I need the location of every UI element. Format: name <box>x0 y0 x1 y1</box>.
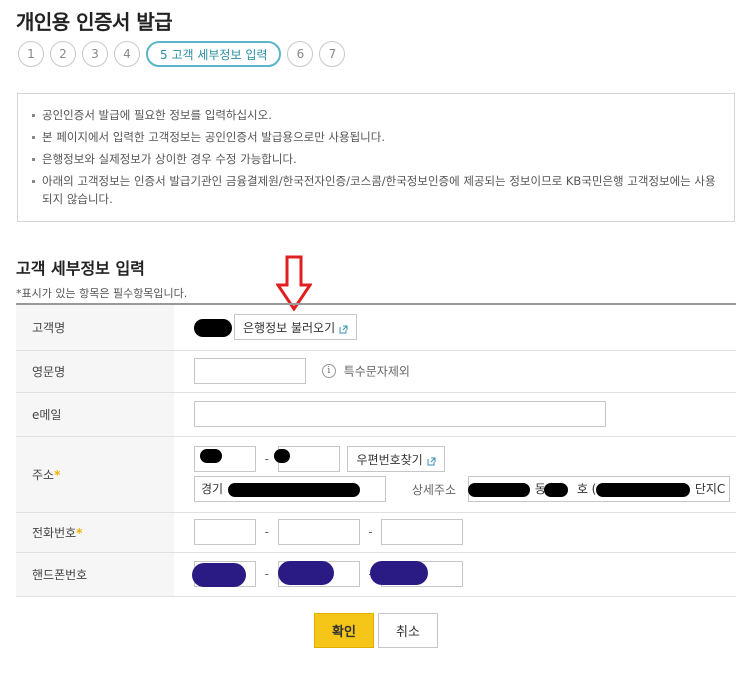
english-name-hint: 특수문자제외 <box>343 364 410 379</box>
detail-address-label: 상세주소 <box>411 482 456 497</box>
english-name-cell: i 특수문자제외 <box>174 350 736 393</box>
step-5-current: 5 고객 세부정보 입력 <box>146 41 282 67</box>
address-label-cell: 주소* <box>16 436 174 513</box>
required-star: * <box>76 525 83 540</box>
email-input[interactable] <box>194 401 606 427</box>
detail-address-part-b: 호 ( <box>576 482 597 496</box>
load-bank-info-label: 은행정보 불러오기 <box>243 320 336 335</box>
notice-box: 공인인증서 발급에 필요한 정보를 입력하십시오. 본 페이지에서 입력한 고객… <box>17 93 735 222</box>
form-actions: 확인 취소 <box>314 613 438 648</box>
redacted-detail-address-1 <box>468 482 530 497</box>
required-note: *표시가 있는 항목은 필수항목입니다. <box>16 287 188 300</box>
email-cell <box>174 392 736 437</box>
phone-input-1[interactable] <box>194 519 256 545</box>
phone-input-2[interactable] <box>277 519 360 545</box>
dash: - <box>368 525 373 539</box>
redacted-zip-1 <box>200 448 222 463</box>
phone-cell: - - <box>174 512 736 553</box>
step-7: 7 <box>319 41 346 67</box>
redacted-name <box>194 319 232 337</box>
english-name-label: 영문명 <box>16 350 174 393</box>
notice-item: 본 페이지에서 입력한 고객정보는 공인인증서 발급용으로만 사용됩니다. <box>32 128 722 146</box>
dash: - <box>264 525 269 539</box>
redacted-mobile-1 <box>192 562 246 587</box>
dash: - <box>264 567 269 581</box>
notice-item: 은행정보와 실제정보가 상이한 경우 수정 가능합니다. <box>32 150 722 168</box>
zipcode-search-button[interactable]: 우편번호찾기 <box>347 446 445 472</box>
load-bank-info-button[interactable]: 은행정보 불러오기 <box>234 314 358 341</box>
email-label: e메일 <box>16 392 174 437</box>
customer-detail-form: 고객명 은행정보 불러오기 영문명 i 특수문자제외 e메일 주소* - 우편번… <box>16 303 736 597</box>
confirm-button[interactable]: 확인 <box>314 613 374 648</box>
name-cell: 은행정보 불러오기 <box>174 304 736 351</box>
step-3: 3 <box>82 41 108 67</box>
dash: - <box>264 452 269 466</box>
cancel-button[interactable]: 취소 <box>378 613 438 648</box>
info-icon: i <box>321 364 336 378</box>
external-link-icon <box>427 455 436 465</box>
address-cell: - 우편번호찾기 경기 상세주소 동 호 ( 단지C <box>174 436 736 513</box>
page-title: 개인용 인증서 발급 <box>16 10 173 34</box>
redacted-mobile-2 <box>278 560 334 585</box>
redacted-zip-2 <box>274 448 290 463</box>
section-title: 고객 세부정보 입력 <box>16 259 145 278</box>
step-1: 1 <box>18 41 44 67</box>
step-2: 2 <box>50 41 76 67</box>
redacted-address-line1 <box>228 482 360 497</box>
zipcode-search-label: 우편번호찾기 <box>356 452 423 467</box>
step-indicator: 1 2 3 4 5 고객 세부정보 입력 6 7 <box>18 41 351 67</box>
redacted-detail-address-3 <box>596 482 690 497</box>
mobile-cell: - 2 - ( <box>174 552 736 597</box>
notice-item: 아래의 고객정보는 인증서 발급기관인 금융결제원/한국전자인증/코스콤/한국정… <box>32 172 722 208</box>
phone-input-3[interactable] <box>381 519 464 545</box>
notice-item: 공인인증서 발급에 필요한 정보를 입력하십시오. <box>32 106 722 124</box>
english-name-input[interactable] <box>194 358 306 384</box>
step-6: 6 <box>287 41 314 67</box>
address-label: 주소 <box>32 467 55 482</box>
required-star: * <box>54 467 61 482</box>
step-4: 4 <box>114 41 140 67</box>
redacted-mobile-3 <box>370 560 428 585</box>
redacted-detail-address-2 <box>544 482 568 497</box>
phone-label-cell: 전화번호* <box>16 512 174 553</box>
external-link-icon <box>339 323 348 334</box>
phone-label: 전화번호 <box>32 525 77 540</box>
mobile-label: 핸드폰번호 <box>16 552 174 597</box>
detail-address-part-c: 단지C <box>694 482 726 496</box>
name-label: 고객명 <box>16 304 174 351</box>
